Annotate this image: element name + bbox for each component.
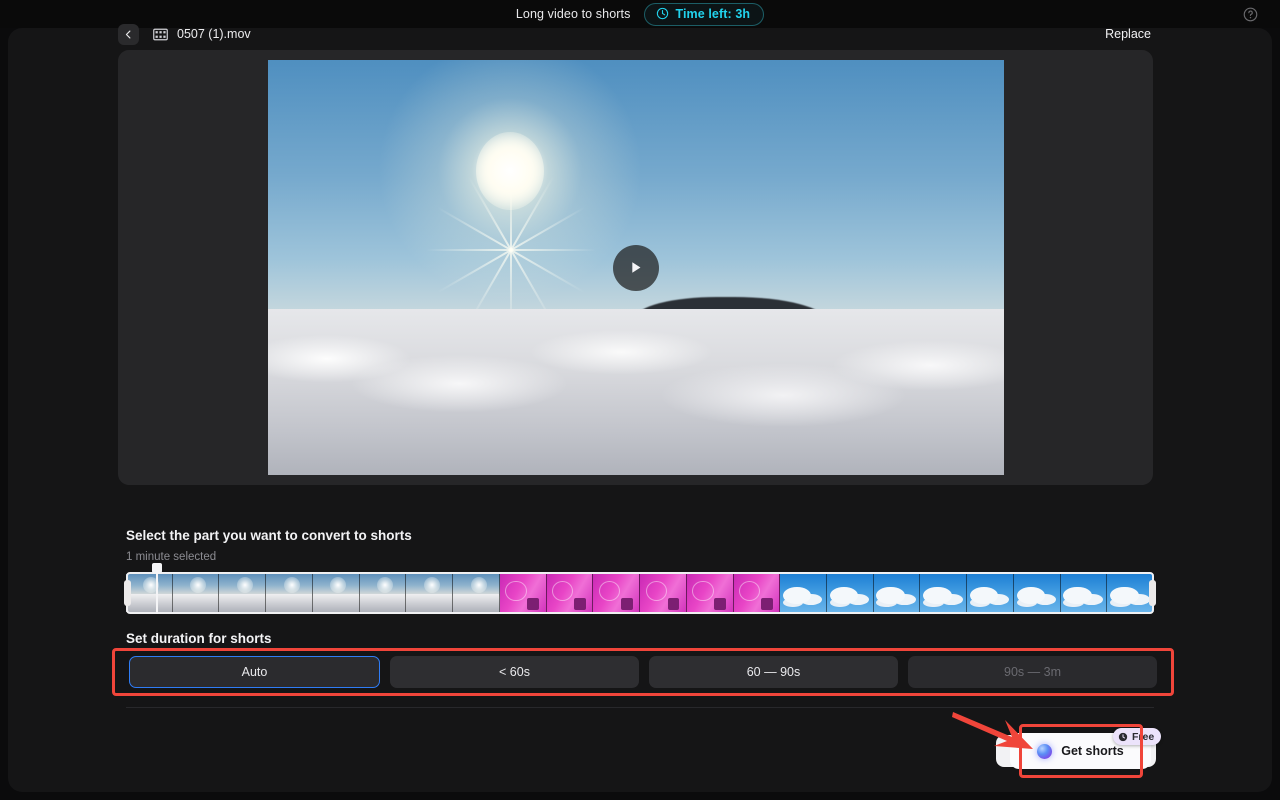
timeline-frame bbox=[406, 574, 453, 612]
video-stage bbox=[118, 50, 1153, 485]
gradient-orb-icon bbox=[1037, 744, 1052, 759]
timeline-frame bbox=[874, 574, 921, 612]
help-circle-icon[interactable] bbox=[1243, 7, 1258, 22]
timeline-frame bbox=[547, 574, 594, 612]
playhead-marker[interactable] bbox=[156, 566, 158, 614]
free-badge-label: Free bbox=[1132, 731, 1154, 743]
back-button[interactable] bbox=[118, 24, 139, 45]
get-shorts-label: Get shorts bbox=[1061, 744, 1124, 758]
timeline-frame bbox=[453, 574, 500, 612]
timeline-frame bbox=[593, 574, 640, 612]
duration-options-group: Auto < 60s 60 — 90s 90s — 3m bbox=[112, 648, 1174, 696]
timeline-frames bbox=[126, 574, 1154, 612]
timeline-frame bbox=[1061, 574, 1108, 612]
timeline-frame bbox=[313, 574, 360, 612]
timeline-frame bbox=[734, 574, 781, 612]
sun-core bbox=[476, 132, 544, 210]
film-strip-icon bbox=[153, 28, 168, 41]
app-root: Long video to shorts Time left: 3h bbox=[0, 0, 1280, 800]
timeline-frame bbox=[920, 574, 967, 612]
free-badge: Free bbox=[1113, 728, 1161, 745]
timeline-frame bbox=[967, 574, 1014, 612]
timeline-frame bbox=[1014, 574, 1061, 612]
file-name-label: 0507 (1).mov bbox=[177, 27, 251, 41]
select-section-subtitle: 1 minute selected bbox=[126, 551, 216, 563]
duration-option-1[interactable]: < 60s bbox=[390, 656, 639, 688]
cloud-sea bbox=[268, 309, 1004, 475]
play-icon bbox=[627, 259, 644, 276]
duration-option-3: 90s — 3m bbox=[908, 656, 1157, 688]
chevron-left-icon bbox=[123, 29, 134, 40]
video-preview[interactable] bbox=[268, 60, 1004, 475]
duration-option-label: 90s — 3m bbox=[1004, 665, 1061, 679]
file-header: 0507 (1).mov Replace bbox=[118, 19, 1153, 49]
timeline-frame bbox=[1107, 574, 1154, 612]
duration-section-title: Set duration for shorts bbox=[126, 631, 272, 646]
timeline-frame bbox=[173, 574, 220, 612]
timeline-frame bbox=[687, 574, 734, 612]
timeline-frame bbox=[126, 574, 173, 612]
timeline-frame bbox=[640, 574, 687, 612]
duration-option-label: Auto bbox=[242, 665, 268, 679]
clock-icon bbox=[1118, 732, 1128, 742]
timeline-frame bbox=[266, 574, 313, 612]
duration-option-2[interactable]: 60 — 90s bbox=[649, 656, 898, 688]
timeline-frame bbox=[500, 574, 547, 612]
timeline-strip[interactable] bbox=[126, 574, 1154, 612]
timeline-frame bbox=[219, 574, 266, 612]
duration-option-0[interactable]: Auto bbox=[129, 656, 380, 688]
footer-divider bbox=[126, 707, 1154, 708]
duration-option-label: 60 — 90s bbox=[747, 665, 801, 679]
select-section-title: Select the part you want to convert to s… bbox=[126, 528, 412, 543]
timeline-frame bbox=[780, 574, 827, 612]
play-button[interactable] bbox=[613, 245, 659, 291]
replace-button[interactable]: Replace bbox=[1103, 23, 1153, 45]
timeline-frame bbox=[827, 574, 874, 612]
duration-option-label: < 60s bbox=[499, 665, 530, 679]
timeline-frame bbox=[360, 574, 407, 612]
